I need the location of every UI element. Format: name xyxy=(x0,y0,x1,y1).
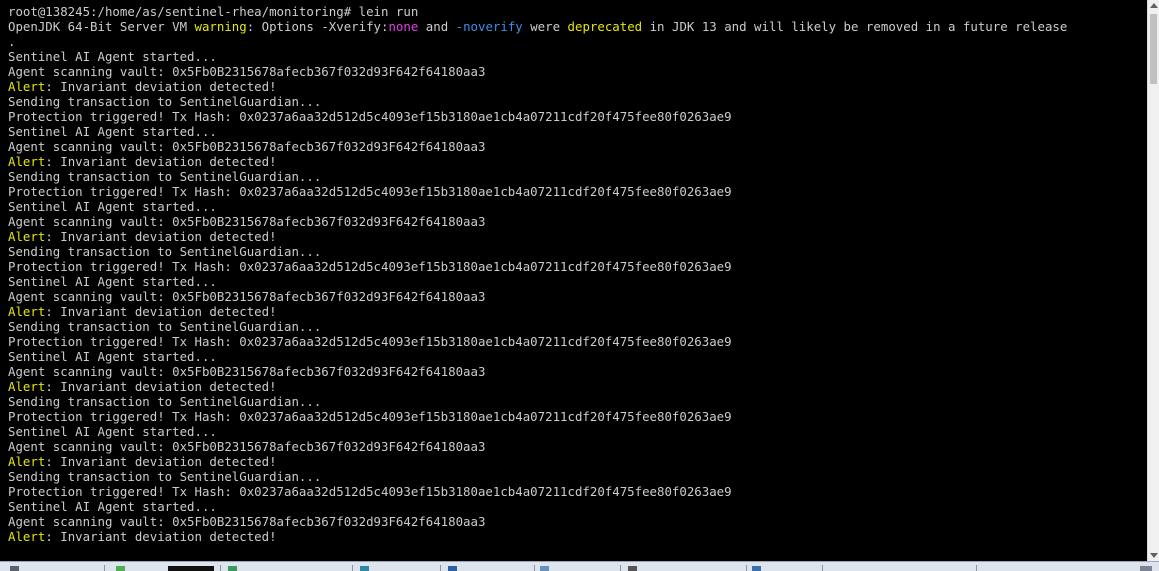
alert-keyword: Alert xyxy=(8,154,46,169)
noverify-keyword: -noverify xyxy=(455,19,523,34)
taskbar-window-thumbnail[interactable] xyxy=(168,566,214,571)
scroll-down-arrow-icon[interactable] xyxy=(1150,553,1158,558)
alert-message: : Invariant deviation detected! xyxy=(45,79,277,94)
protection-line: Protection triggered! Tx Hash: 0x0237a6a… xyxy=(8,484,732,499)
alert-keyword: Alert xyxy=(8,529,46,544)
jdk-warning-line: OpenJDK 64-Bit Server VM warning: Option… xyxy=(8,19,1147,34)
protection-line: Protection triggered! Tx Hash: 0x0237a6a… xyxy=(8,259,732,274)
deprecated-keyword: deprecated xyxy=(567,19,643,34)
jdk-warning-text-1: : Options -Xverify: xyxy=(246,19,389,34)
taskbar-button[interactable] xyxy=(620,565,744,571)
protection-line: Protection triggered! Tx Hash: 0x0237a6a… xyxy=(8,184,732,199)
alert-keyword: Alert xyxy=(8,79,46,94)
alert-line: Alert: Invariant deviation detected! xyxy=(8,229,1147,244)
terminal-app-icon[interactable] xyxy=(116,566,125,571)
sending-tx-line: Sending transaction to SentinelGuardian.… xyxy=(8,319,322,334)
alert-line: Alert: Invariant deviation detected! xyxy=(8,529,1147,544)
alert-keyword: Alert xyxy=(8,379,46,394)
tray-icon[interactable] xyxy=(1140,566,1152,571)
agent-started-line: Sentinel AI Agent started... xyxy=(8,199,217,214)
alert-message: : Invariant deviation detected! xyxy=(45,454,277,469)
alert-line: Alert: Invariant deviation detected! xyxy=(8,79,1147,94)
agent-started-line: Sentinel AI Agent started... xyxy=(8,424,217,439)
alert-message: : Invariant deviation detected! xyxy=(45,154,277,169)
alert-line: Alert: Invariant deviation detected! xyxy=(8,304,1147,319)
protection-line: Protection triggered! Tx Hash: 0x0237a6a… xyxy=(8,109,732,124)
warning-keyword: warning xyxy=(194,19,247,34)
alert-keyword: Alert xyxy=(8,229,46,244)
jdk-warning-text-3: were xyxy=(522,19,568,34)
alert-line: Alert: Invariant deviation detected! xyxy=(8,154,1147,169)
app-icon[interactable] xyxy=(10,566,19,571)
scroll-up-arrow-icon[interactable] xyxy=(1150,3,1158,8)
taskbar xyxy=(0,561,1159,571)
taskbar-button[interactable] xyxy=(220,565,350,571)
alert-message: : Invariant deviation detected! xyxy=(45,379,277,394)
taskbar-app-icon xyxy=(628,566,637,571)
jdk-warning-text-2: and xyxy=(418,19,456,34)
sending-tx-line: Sending transaction to SentinelGuardian.… xyxy=(8,469,322,484)
alert-message: : Invariant deviation detected! xyxy=(45,529,277,544)
taskbar-separator xyxy=(104,565,108,571)
alert-line: Alert: Invariant deviation detected! xyxy=(8,379,1147,394)
alert-keyword: Alert xyxy=(8,304,46,319)
scroll-thumb[interactable] xyxy=(1150,14,1157,84)
taskbar-app-icon xyxy=(448,566,457,571)
agent-started-line: Sentinel AI Agent started... xyxy=(8,349,217,364)
taskbar-app-icon xyxy=(228,566,237,571)
vault-scan-line: Agent scanning vault: 0x5Fb0B2315678afec… xyxy=(8,439,486,454)
vault-scan-line: Agent scanning vault: 0x5Fb0B2315678afec… xyxy=(8,364,486,379)
vault-scan-line: Agent scanning vault: 0x5Fb0B2315678afec… xyxy=(8,139,486,154)
protection-line: Protection triggered! Tx Hash: 0x0237a6a… xyxy=(8,409,732,424)
taskbar-button[interactable] xyxy=(976,565,1136,571)
terminal-prompt-line: root@138245:/home/as/sentinel-rhea/monit… xyxy=(8,4,419,19)
jdk-warning-prefix: OpenJDK 64-Bit Server VM xyxy=(8,19,195,34)
sending-tx-line: Sending transaction to SentinelGuardian.… xyxy=(8,94,322,109)
agent-started-line: Sentinel AI Agent started... xyxy=(8,124,217,139)
sending-tx-line: Sending transaction to SentinelGuardian.… xyxy=(8,169,322,184)
taskbar-app-icon xyxy=(360,566,369,571)
vault-scan-line: Agent scanning vault: 0x5Fb0B2315678afec… xyxy=(8,514,486,529)
vault-scan-line: Agent scanning vault: 0x5Fb0B2315678afec… xyxy=(8,214,486,229)
alert-message: : Invariant deviation detected! xyxy=(45,304,277,319)
taskbar-button[interactable] xyxy=(822,565,972,571)
protection-line: Protection triggered! Tx Hash: 0x0237a6a… xyxy=(8,334,732,349)
vertical-scrollbar[interactable] xyxy=(1147,0,1159,561)
none-keyword: none xyxy=(388,19,419,34)
jdk-warning-wrap: . xyxy=(8,34,16,49)
taskbar-app-icon xyxy=(752,566,761,571)
alert-line: Alert: Invariant deviation detected! xyxy=(8,454,1147,469)
alert-message: : Invariant deviation detected! xyxy=(45,229,277,244)
taskbar-app-icon xyxy=(540,566,549,571)
agent-started-line: Sentinel AI Agent started... xyxy=(8,49,217,64)
vault-scan-line: Agent scanning vault: 0x5Fb0B2315678afec… xyxy=(8,64,486,79)
alert-keyword: Alert xyxy=(8,454,46,469)
vault-scan-line: Agent scanning vault: 0x5Fb0B2315678afec… xyxy=(8,289,486,304)
agent-started-line: Sentinel AI Agent started... xyxy=(8,274,217,289)
sending-tx-line: Sending transaction to SentinelGuardian.… xyxy=(8,244,322,259)
jdk-warning-suffix: in JDK 13 and will likely be removed in … xyxy=(642,19,1068,34)
agent-started-line: Sentinel AI Agent started... xyxy=(8,499,217,514)
sending-tx-line: Sending transaction to SentinelGuardian.… xyxy=(8,394,322,409)
terminal-window[interactable]: root@138245:/home/as/sentinel-rhea/monit… xyxy=(0,0,1147,561)
